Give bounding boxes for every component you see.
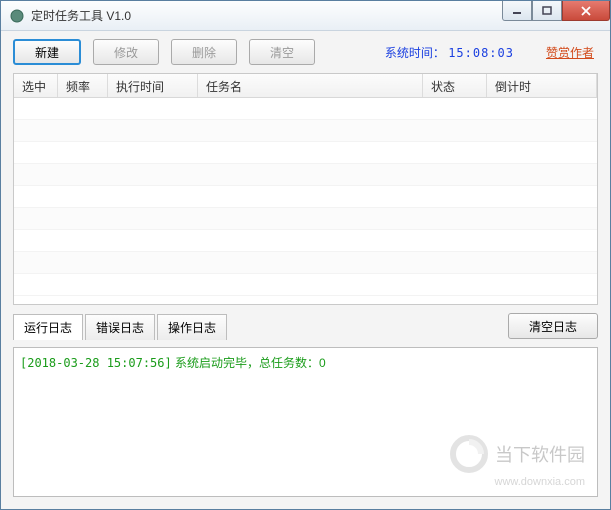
table-row bbox=[14, 252, 597, 274]
table-header: 选中 频率 执行时间 任务名 状态 倒计时 bbox=[14, 74, 597, 98]
table-row bbox=[14, 164, 597, 186]
maximize-button[interactable] bbox=[532, 1, 562, 21]
app-icon bbox=[9, 8, 25, 24]
delete-button[interactable]: 删除 bbox=[171, 39, 237, 65]
table-row bbox=[14, 274, 597, 296]
table-row bbox=[14, 98, 597, 120]
table-row bbox=[14, 186, 597, 208]
titlebar: 定时任务工具 V1.0 bbox=[1, 1, 610, 31]
col-status[interactable]: 状态 bbox=[423, 74, 487, 97]
log-message: 系统启动完毕，总任务数：0 bbox=[172, 356, 326, 370]
window-title: 定时任务工具 V1.0 bbox=[31, 7, 131, 24]
table-row bbox=[14, 208, 597, 230]
col-freq[interactable]: 频率 bbox=[58, 74, 108, 97]
system-time: 系统时间： 15:08:03 bbox=[385, 44, 514, 61]
col-task-name[interactable]: 任务名 bbox=[198, 74, 423, 97]
tab-run-log[interactable]: 运行日志 bbox=[13, 314, 83, 340]
system-time-value: 15:08:03 bbox=[448, 46, 514, 60]
tab-op-log[interactable]: 操作日志 bbox=[157, 314, 227, 340]
log-tabs: 运行日志 错误日志 操作日志 清空日志 bbox=[13, 313, 598, 339]
clear-log-button[interactable]: 清空日志 bbox=[508, 313, 598, 339]
table-row bbox=[14, 230, 597, 252]
col-countdown[interactable]: 倒计时 bbox=[487, 74, 597, 97]
table-body[interactable] bbox=[14, 98, 597, 304]
log-panel[interactable]: [2018-03-28 15:07:56] 系统启动完毕，总任务数：0 bbox=[13, 347, 598, 497]
log-timestamp: [2018-03-28 15:07:56] bbox=[20, 356, 172, 370]
table-row bbox=[14, 142, 597, 164]
edit-button[interactable]: 修改 bbox=[93, 39, 159, 65]
minimize-button[interactable] bbox=[502, 1, 532, 21]
task-table: 选中 频率 执行时间 任务名 状态 倒计时 bbox=[13, 73, 598, 305]
system-time-label: 系统时间： bbox=[385, 46, 445, 60]
close-button[interactable] bbox=[562, 1, 610, 21]
col-select[interactable]: 选中 bbox=[14, 74, 58, 97]
tab-error-log[interactable]: 错误日志 bbox=[85, 314, 155, 340]
table-row bbox=[14, 120, 597, 142]
sponsor-link[interactable]: 赞赏作者 bbox=[546, 44, 594, 61]
new-button[interactable]: 新建 bbox=[13, 39, 81, 65]
clear-button[interactable]: 清空 bbox=[249, 39, 315, 65]
log-entry: [2018-03-28 15:07:56] 系统启动完毕，总任务数：0 bbox=[20, 354, 591, 371]
col-exec-time[interactable]: 执行时间 bbox=[108, 74, 198, 97]
toolbar: 新建 修改 删除 清空 系统时间： 15:08:03 赞赏作者 bbox=[13, 39, 598, 65]
